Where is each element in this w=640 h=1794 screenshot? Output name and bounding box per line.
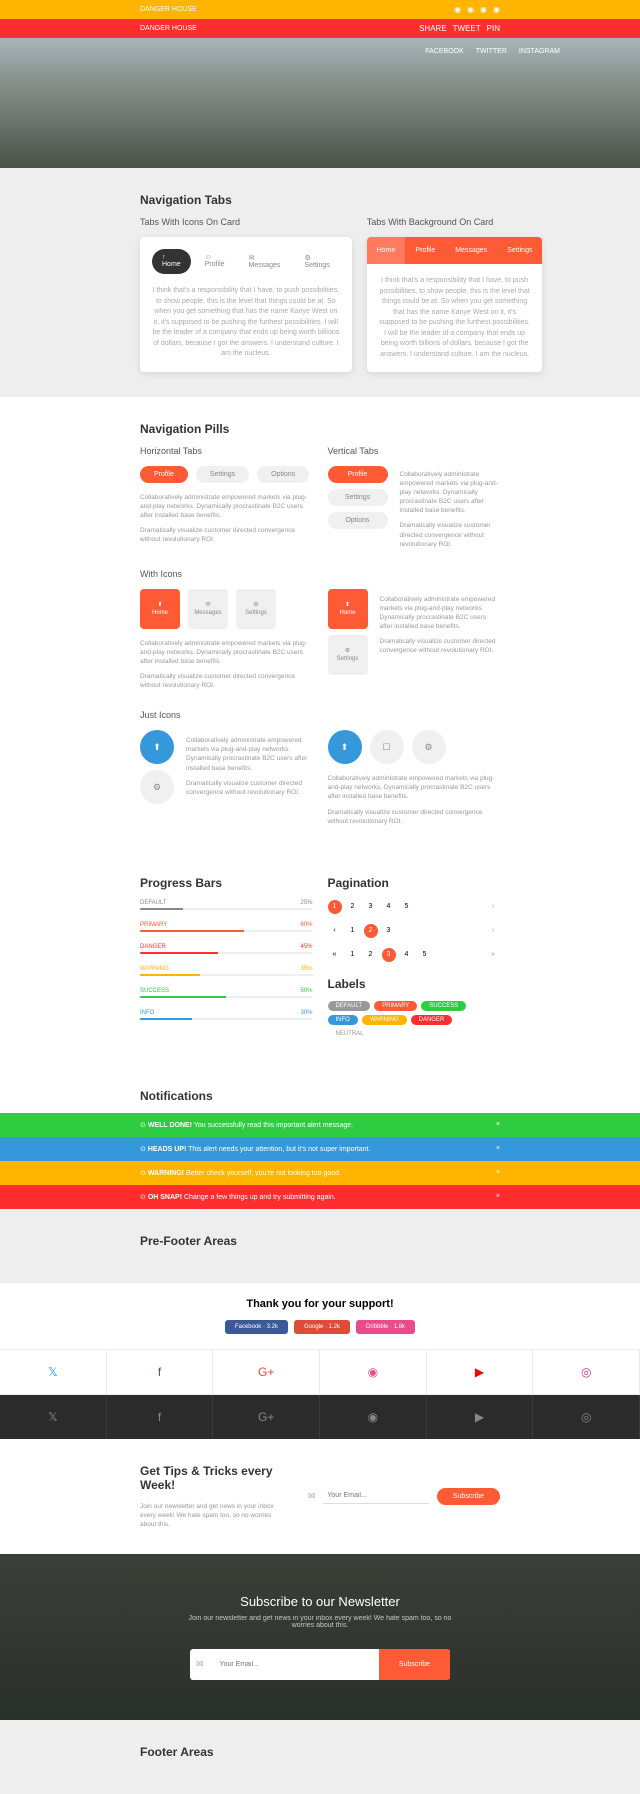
ipill-messages[interactable]: ✉Messages [188,589,228,629]
thanks: Thank you for your support! [0,1298,640,1310]
tips-subscribe-btn[interactable]: Subscribe [437,1488,500,1505]
youtube-icon-d: ▶ [427,1395,534,1439]
prefooter-title: Pre-Footer Areas [140,1234,500,1248]
social-btn[interactable]: Google · 1.2k [294,1320,350,1334]
circle-box[interactable]: ☐ [370,730,404,764]
newsletter-title: Subscribe to our Newsletter [0,1594,640,1609]
newsletter-input[interactable] [210,1649,379,1680]
label-primary: PRIMARY [374,1001,417,1011]
label-default: DEFAULT [328,1001,371,1011]
vpill-options[interactable]: Options [328,512,388,529]
circle-settings[interactable]: ⚙ [140,770,174,804]
google-icon: G+ [213,1350,320,1394]
circle-up2[interactable]: ⬆ [328,730,362,764]
footer-title: Footer Areas [140,1745,500,1759]
vpill-settings[interactable]: Settings [328,489,388,506]
pagination-1[interactable]: 12345› [328,900,501,914]
close-icon[interactable]: × [496,1193,500,1200]
progress-info: INFO30% [140,1010,313,1020]
vipill-settings[interactable]: ⚙Settings [328,635,368,675]
pagination-3[interactable]: «12345» [328,948,501,962]
topbar-social: ◉◉◉◉ [454,5,500,14]
vipill-home[interactable]: ⬆Home [328,589,368,629]
progress-default: DEFAULT25% [140,900,313,910]
facebook-icon: f [107,1350,214,1394]
progress-title: Progress Bars [140,876,313,890]
pill-profile[interactable]: Profile [140,466,188,483]
tabs-bg-title: Tabs With Background On Card [367,217,543,227]
social-row-dark[interactable]: 𝕏fG+◉▶◎ [0,1394,640,1439]
twitter-icon-d: 𝕏 [0,1395,107,1439]
facebook-icon-d: f [107,1395,214,1439]
alert: ⊙ WELL DONE! You successfully read this … [0,1113,640,1137]
mail-icon: ✉ [308,1491,316,1502]
nav-pills-title: Navigation Pills [140,422,500,436]
instagram-icon: ◎ [533,1350,640,1394]
pill-options[interactable]: Options [257,466,309,483]
hero: FACEBOOKTWITTERINSTAGRAM [0,38,640,168]
mail-icon: ✉ [190,1649,210,1680]
close-icon[interactable]: × [496,1169,500,1176]
newsletter: Subscribe to our Newsletter Join our new… [0,1554,640,1720]
social-btn[interactable]: Facebook · 3.2k [225,1320,288,1334]
label-neutral: NEUTRAL [328,1029,372,1039]
progress-primary: PRIMARY60% [140,922,313,932]
tips-title: Get Tips & Tricks every Week! [140,1464,288,1492]
hero-social[interactable]: FACEBOOKTWITTERINSTAGRAM [425,48,560,55]
withicons-title: With Icons [140,569,500,579]
twitter-icon: 𝕏 [0,1350,107,1394]
dribbble-icon: ◉ [320,1350,427,1394]
pagination-2[interactable]: ‹123› [328,924,501,938]
justicons-title: Just Icons [140,710,500,720]
tab-home2[interactable]: Home [367,237,406,264]
social-row-light[interactable]: 𝕏fG+◉▶◎ [0,1349,640,1394]
labels-title: Labels [328,977,501,991]
tips-email-input[interactable] [323,1488,428,1504]
notifications-title: Notifications [140,1089,500,1103]
pill-settings[interactable]: Settings [196,466,249,483]
label-warning: WARNING [362,1015,407,1025]
ipill-settings[interactable]: ⚙Settings [236,589,276,629]
newsletter-btn[interactable]: Subscribe [379,1649,450,1680]
alert: ⊙ WARNING! Better check yourself, you're… [0,1161,640,1185]
label-info: INFO [328,1015,358,1025]
pagination-title: Pagination [328,876,501,890]
progress-success: SUCCESS50% [140,988,313,998]
tab-profile[interactable]: ☺ Profile [195,249,235,274]
google-icon-d: G+ [213,1395,320,1439]
circle-gear[interactable]: ⚙ [412,730,446,764]
dribbble-icon-d: ◉ [320,1395,427,1439]
tab-body: I think that's a responsibility that I h… [152,286,340,360]
redbar-social[interactable]: SHARETWEETPIN [419,24,500,33]
close-icon[interactable]: × [496,1121,500,1128]
tab-settings2[interactable]: Settings [497,237,542,264]
progress-danger: DANGER45% [140,944,313,954]
alert: ⊙ HEADS UP! This alert needs your attent… [0,1137,640,1161]
brand-red: DANGER HOUSE [140,25,197,32]
label-danger: DANGER [411,1015,453,1025]
social-btn[interactable]: Dribbble · 1.8k [356,1320,415,1334]
vpill-profile[interactable]: Profile [328,466,388,483]
vert-title: Vertical Tabs [328,446,388,456]
tabs-bg[interactable]: Home Profile Messages Settings [367,237,543,264]
youtube-icon: ▶ [427,1350,534,1394]
instagram-icon-d: ◎ [533,1395,640,1439]
tabs-dark[interactable]: ↑ Home ☺ Profile ✉ Messages ⚙ Settings [152,249,340,274]
circle-up[interactable]: ⬆ [140,730,174,764]
ipill-home[interactable]: ⬆Home [140,589,180,629]
tab-messages[interactable]: ✉ Messages [239,249,291,274]
brand: DANGER HOUSE [140,6,197,13]
tab-home[interactable]: ↑ Home [152,249,191,274]
close-icon[interactable]: × [496,1145,500,1152]
tab-settings[interactable]: ⚙ Settings [294,249,339,274]
tab-messages2[interactable]: Messages [445,237,497,264]
tab-body2: I think that's a responsibility that I h… [379,276,531,360]
nav-tabs-title: Navigation Tabs [140,193,500,207]
alert: ⊙ OH SNAP! Change a few things up and tr… [0,1185,640,1209]
label-success: SUCCESS [421,1001,466,1011]
tabs-icons-title: Tabs With Icons On Card [140,217,352,227]
progress-warning: WARNING35% [140,966,313,976]
tab-profile2[interactable]: Profile [405,237,445,264]
horiz-title: Horizontal Tabs [140,446,313,456]
